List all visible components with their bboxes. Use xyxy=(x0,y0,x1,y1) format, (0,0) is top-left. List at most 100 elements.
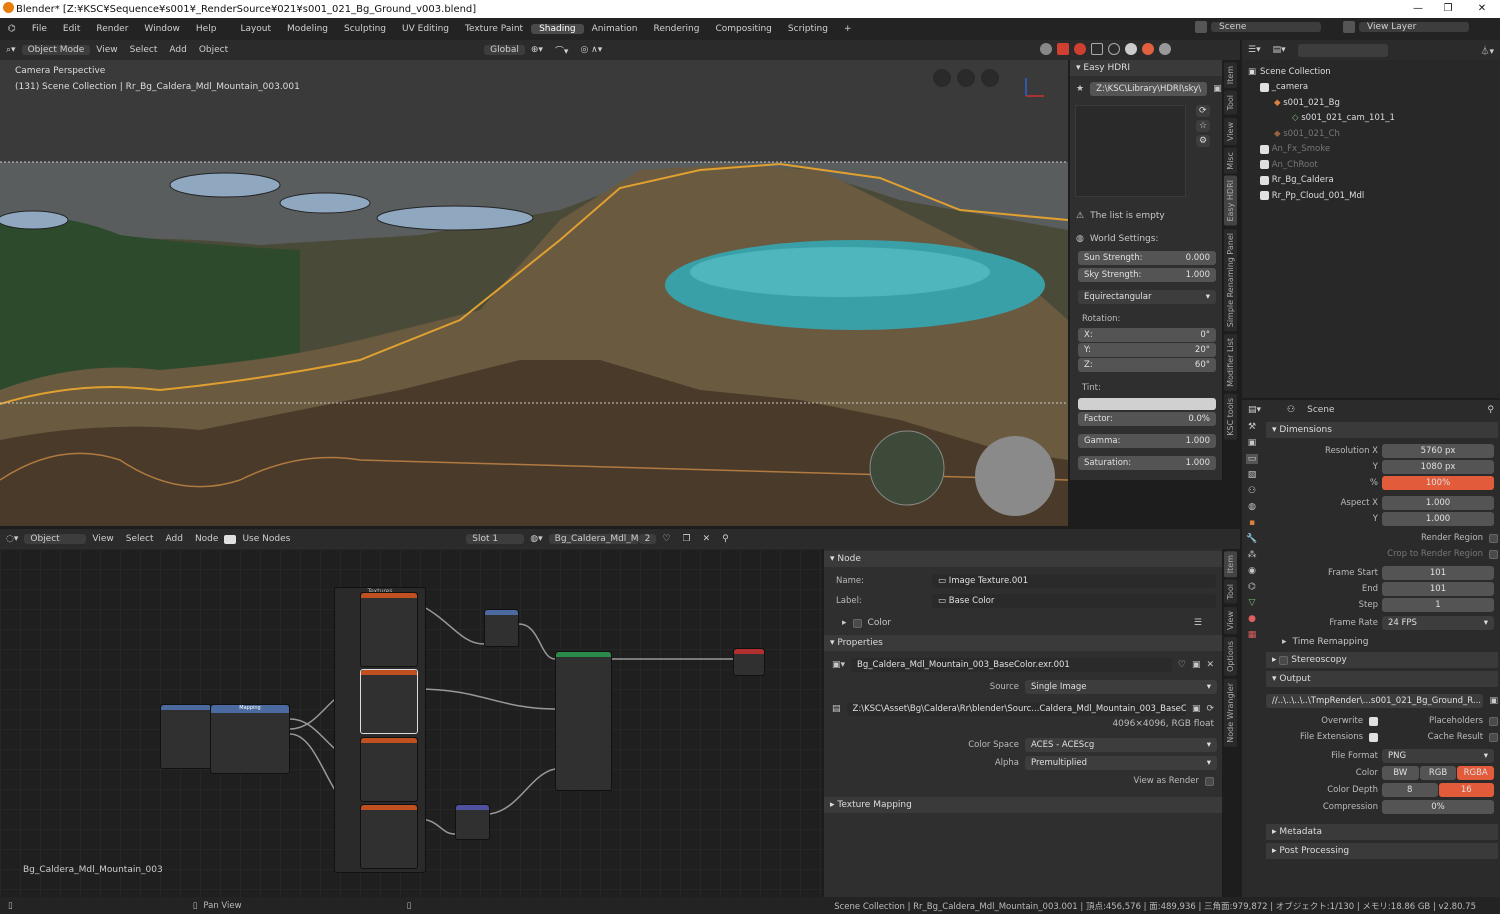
color-depth-8-button[interactable]: 8 xyxy=(1382,783,1438,797)
fake-user-icon[interactable]: ♡ xyxy=(656,534,676,544)
tab-modeling[interactable]: Modeling xyxy=(279,24,336,34)
menu-file[interactable]: File xyxy=(24,24,55,34)
tab-texture-paint[interactable]: Texture Paint xyxy=(457,24,531,34)
add-workspace-icon[interactable]: + xyxy=(836,24,860,34)
folder-icon[interactable]: ▣ xyxy=(1192,660,1201,670)
3d-viewport[interactable]: Camera Perspective (131) Scene Collectio… xyxy=(0,60,1068,526)
xray-icon[interactable] xyxy=(1091,43,1103,55)
easy-hdri-header[interactable]: ▾ Easy HDRI xyxy=(1070,60,1222,76)
pan-hand-icon[interactable] xyxy=(957,69,975,87)
tab-uv-editing[interactable]: UV Editing xyxy=(394,24,457,34)
color-rgba-button[interactable]: RGBA xyxy=(1457,766,1495,780)
reload-icon[interactable]: ⟳ xyxy=(1206,704,1214,714)
outliner-root[interactable]: ▣ Scene Collection xyxy=(1248,64,1494,80)
properties-section-header[interactable]: ▾ Properties xyxy=(824,635,1222,651)
image-texture-node[interactable] xyxy=(360,737,418,802)
output-path-field[interactable]: //..\..\..\..\TmpRender\...s001_021_Bg_G… xyxy=(1266,694,1484,708)
outliner-item[interactable]: _camera xyxy=(1248,80,1494,96)
color-depth-16-button[interactable]: 16 xyxy=(1438,783,1494,797)
image-name-field[interactable]: Bg_Caldera_Mdl_Mountain_003_BaseColor.ex… xyxy=(851,658,1172,672)
rotation-x-field[interactable]: X: 0° xyxy=(1078,328,1216,342)
tab-ksc-tools[interactable]: KSC tools xyxy=(1223,394,1237,440)
gizmo-toggle-icon[interactable] xyxy=(1057,43,1069,55)
render-region-checkbox[interactable] xyxy=(1489,533,1498,543)
tab-easy-hdri[interactable]: Easy HDRI xyxy=(1223,176,1237,226)
crop-region-checkbox[interactable] xyxy=(1489,549,1498,559)
pin-icon[interactable]: ⚲ xyxy=(1481,405,1500,415)
node-tab-item[interactable]: Item xyxy=(1223,551,1237,578)
metadata-section-header[interactable]: ▸ Metadata xyxy=(1266,824,1498,840)
output-section-header[interactable]: ▾ Output xyxy=(1266,671,1498,687)
rotation-z-field[interactable]: Z: 60° xyxy=(1078,358,1216,372)
object-tab-icon[interactable]: ▪ xyxy=(1249,518,1255,528)
include-checkbox[interactable] xyxy=(1260,144,1269,154)
constraints-tab-icon[interactable]: ⌬ xyxy=(1248,582,1256,592)
view-as-render-checkbox[interactable] xyxy=(1205,776,1214,786)
refresh-icon[interactable]: ⟳ xyxy=(1196,105,1211,117)
data-tab-icon[interactable]: ▽ xyxy=(1249,598,1256,608)
tab-item[interactable]: Item xyxy=(1223,62,1237,89)
transform-orientation-dropdown[interactable]: Global xyxy=(484,45,525,55)
pin-icon[interactable]: ⚲ xyxy=(716,534,735,544)
folder-icon[interactable]: ▣ xyxy=(1213,84,1222,94)
placeholders-checkbox[interactable] xyxy=(1489,716,1498,726)
proportional-edit-icon[interactable]: ◎ ∧▾ xyxy=(574,45,608,55)
menu-window[interactable]: Window xyxy=(136,24,188,34)
particles-tab-icon[interactable]: ⁂ xyxy=(1248,550,1257,560)
material-shading-icon[interactable] xyxy=(1142,43,1154,55)
tab-rendering[interactable]: Rendering xyxy=(646,24,708,34)
tint-color-swatch[interactable] xyxy=(1078,398,1216,410)
chevron-right-icon[interactable]: ▸ xyxy=(1282,637,1287,647)
post-processing-section-header[interactable]: ▸ Post Processing xyxy=(1266,843,1498,859)
wireframe-shading-icon[interactable] xyxy=(1108,43,1120,55)
color-rgb-button[interactable]: RGB xyxy=(1419,766,1457,780)
object-mode-dropdown[interactable]: Object Mode xyxy=(21,45,91,55)
color-bw-button[interactable]: BW xyxy=(1382,766,1419,780)
node-menu-select[interactable]: Select xyxy=(120,534,160,544)
world-tab-icon[interactable]: ◍ xyxy=(1248,502,1256,512)
source-dropdown[interactable]: Single Image ▾ xyxy=(1025,680,1217,694)
viewport-menu-select[interactable]: Select xyxy=(124,45,164,55)
settings-icon[interactable]: ⚙ xyxy=(1196,135,1211,147)
node-tab-tool[interactable]: Tool xyxy=(1223,580,1237,604)
viewport-menu-object[interactable]: Object xyxy=(193,45,234,55)
material-users-count[interactable]: 2 xyxy=(638,534,657,544)
hdri-path-field[interactable]: Z:\KSC\Library\HDRI\sky\ xyxy=(1090,82,1208,96)
texture-coordinate-node[interactable] xyxy=(160,704,212,769)
solid-shading-icon[interactable] xyxy=(1125,43,1137,55)
include-checkbox[interactable] xyxy=(1260,175,1269,185)
unlink-icon[interactable]: ✕ xyxy=(1206,660,1214,670)
editor-type-icon[interactable]: ⌕▾ xyxy=(0,45,22,55)
texture-tab-icon[interactable]: ▦ xyxy=(1248,630,1257,640)
node-label-field[interactable]: ▭ Base Color xyxy=(932,594,1216,608)
node-name-field[interactable]: ▭ Image Texture.001 xyxy=(932,574,1216,588)
principled-bsdf-node[interactable] xyxy=(555,651,612,791)
minimize-button[interactable]: — xyxy=(1403,0,1433,18)
tab-view[interactable]: View xyxy=(1223,117,1237,145)
rotation-y-field[interactable]: Y: 20° xyxy=(1078,343,1216,357)
node-editor-canvas[interactable]: Textures Mapping Bg_Caldera_Mdl_Mountain… xyxy=(0,549,822,897)
node-tab-node-wrangler[interactable]: Node Wrangler xyxy=(1223,678,1237,747)
image-texture-node[interactable] xyxy=(360,592,418,667)
tab-layout[interactable]: Layout xyxy=(232,24,279,34)
resolution-x-field[interactable]: 5760 px xyxy=(1382,444,1494,458)
tab-sculpting[interactable]: Sculpting xyxy=(336,24,394,34)
scene-tab-icon[interactable]: ⚇ xyxy=(1248,486,1256,496)
display-mode-icon[interactable]: ▤▾ xyxy=(1267,45,1292,55)
texture-mapping-section-header[interactable]: ▸ Texture Mapping xyxy=(824,797,1222,813)
zoom-icon[interactable] xyxy=(981,69,999,87)
stereoscopy-section-header[interactable]: ▸ Stereoscopy xyxy=(1266,652,1498,668)
scene-selector[interactable]: Scene xyxy=(1211,22,1321,32)
tab-simple-renaming[interactable]: Simple Renaming Panel xyxy=(1223,228,1237,332)
node-menu-node[interactable]: Node xyxy=(189,534,225,544)
render-tab-icon[interactable]: ▣ xyxy=(1248,438,1257,448)
folder-icon[interactable]: ▣ xyxy=(1192,704,1201,714)
node-menu-add[interactable]: Add xyxy=(160,534,189,544)
shader-type-dropdown[interactable]: Object xyxy=(24,534,87,544)
alpha-dropdown[interactable]: Premultiplied ▾ xyxy=(1025,756,1217,770)
snap-icon[interactable]: ⌒▾ xyxy=(549,44,575,57)
use-nodes-checkbox[interactable] xyxy=(224,534,237,544)
sun-strength-field[interactable]: Sun Strength: 0.000 xyxy=(1078,251,1216,265)
node-color-checkbox[interactable] xyxy=(852,618,862,628)
menu-render[interactable]: Render xyxy=(88,24,136,34)
